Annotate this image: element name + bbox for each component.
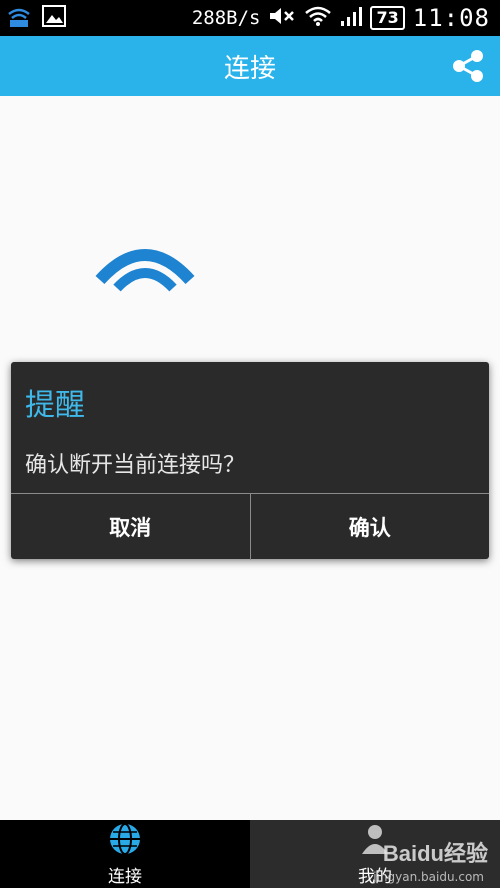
bottom-nav: 连接 我的 Baidu经验 jingyan.baidu.com (0, 820, 500, 888)
baidu-watermark: Baidu经验 (382, 841, 488, 866)
share-icon[interactable] (450, 49, 486, 83)
wifi-signal-icon (304, 5, 332, 31)
confirm-dialog: 提醒 确认断开当前连接吗？ 取消 确认 (11, 362, 489, 560)
tab-connect-label: 连接 (108, 866, 142, 887)
tab-connect[interactable]: 连接 (0, 820, 250, 888)
dialog-title: 提醒 (25, 388, 85, 423)
wifi-network-icon (6, 4, 32, 32)
dialog-message: 确认断开当前连接吗？ (25, 453, 246, 478)
cancel-button[interactable]: 取消 (11, 494, 251, 560)
mute-icon (268, 5, 296, 31)
dialog-button-row: 取消 确认 (11, 493, 489, 560)
cell-signal-icon (340, 5, 363, 31)
app-header: 连接 (0, 36, 500, 96)
page-title: 连接 (223, 53, 276, 84)
battery-indicator: 73 (370, 6, 405, 30)
network-speed: 288B/s (191, 7, 261, 29)
tab-mine[interactable]: 我的 Baidu经验 jingyan.baidu.com (250, 820, 500, 888)
clock: 11:08 (412, 4, 490, 32)
globe-icon (108, 822, 142, 860)
status-bar: 288B/s 73 11:08 (0, 0, 500, 36)
image-notification-icon (42, 5, 66, 31)
confirm-button[interactable]: 确认 (251, 494, 490, 560)
baidu-watermark-url: jingyan.baidu.com (373, 870, 484, 884)
